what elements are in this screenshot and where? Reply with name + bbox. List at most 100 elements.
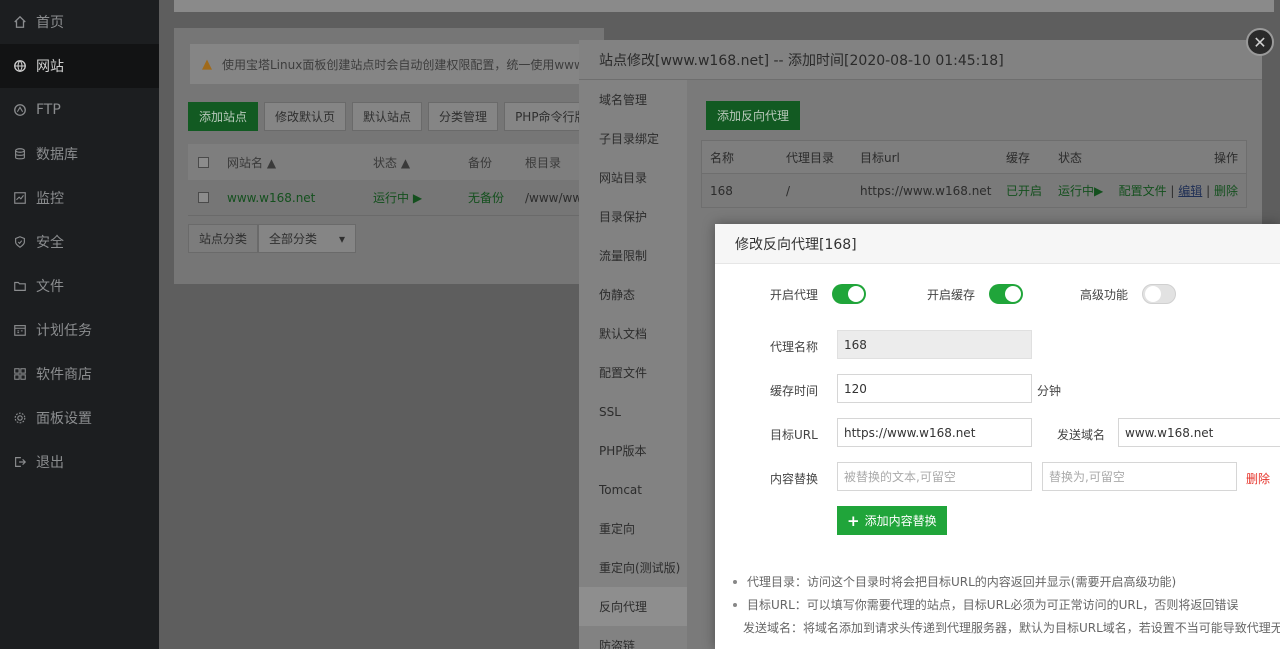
- enable-proxy-toggle[interactable]: [832, 284, 867, 304]
- ftp-icon: [12, 102, 28, 118]
- tab-subdir[interactable]: 子目录绑定: [579, 119, 687, 158]
- sidebar-item-security[interactable]: 安全: [0, 220, 159, 264]
- site-table-header: 网站名 ▲ 状态 ▲ 备份 根目录: [188, 144, 588, 180]
- proxy-name-label-row: 代理名称: [770, 338, 818, 355]
- tab-default-doc[interactable]: 默认文档: [579, 314, 687, 353]
- gear-icon: [12, 410, 28, 426]
- table-row: www.w168.net 运行中 ▶ 无备份 /www/ww: [188, 180, 588, 216]
- sidebar-item-database[interactable]: 数据库: [0, 132, 159, 176]
- proxy-cache[interactable]: 已开启: [1006, 182, 1042, 199]
- replace-label-row: 内容替换: [770, 470, 818, 487]
- tab-rewrite[interactable]: 伪静态: [579, 275, 687, 314]
- tab-tomcat[interactable]: Tomcat: [579, 470, 687, 509]
- sidebar-item-label: 监控: [36, 191, 64, 207]
- sidebar-item-home[interactable]: 首页: [0, 0, 159, 44]
- logout-icon: [12, 454, 28, 470]
- target-url-input[interactable]: https://www.w168.net: [837, 418, 1032, 447]
- category-select[interactable]: 全部分类 ▾: [258, 224, 357, 253]
- site-name-link[interactable]: www.w168.net: [227, 191, 373, 205]
- sidebar-item-settings[interactable]: 面板设置: [0, 396, 159, 440]
- close-icon[interactable]: ✕: [1246, 28, 1274, 56]
- category-select-value: 全部分类: [269, 232, 318, 246]
- tab-reverse-proxy[interactable]: 反向代理: [579, 587, 687, 626]
- select-all-checkbox[interactable]: [198, 156, 209, 168]
- sidebar-item-cron[interactable]: 计划任务: [0, 308, 159, 352]
- table-row: 168 / https://www.w168.net 已开启 运行中▶ 配置文件…: [702, 174, 1246, 207]
- edit-reverse-proxy-dialog: 修改反向代理[168] 开启代理 开启缓存 高级功能 代理名称 168 缓存时间…: [715, 224, 1280, 649]
- tab-php-version[interactable]: PHP版本: [579, 431, 687, 470]
- calendar-icon: [12, 322, 28, 338]
- col-status[interactable]: 状态 ▲: [373, 154, 468, 171]
- sidebar-item-label: 计划任务: [36, 323, 92, 339]
- folder-icon: [12, 278, 28, 294]
- site-status[interactable]: 运行中 ▶: [373, 189, 468, 206]
- cache-time-input[interactable]: 120: [837, 374, 1032, 403]
- sidebar-item-monitor[interactable]: 监控: [0, 176, 159, 220]
- sidebar-item-store[interactable]: 软件商店: [0, 352, 159, 396]
- plus-icon: +: [847, 511, 860, 530]
- add-content-replace-button[interactable]: + 添加内容替换: [837, 506, 947, 535]
- proxy-actions: 配置文件 | 编辑 | 删除: [1118, 184, 1238, 198]
- row-checkbox[interactable]: [198, 192, 209, 203]
- sidebar: 首页 网站 FTP 数据库 监控 安全 文件 计划任务 软件商店 面板设置 退出: [0, 0, 159, 649]
- proxy-name-label: 代理名称: [770, 340, 819, 354]
- config-file-link[interactable]: 配置文件: [1119, 184, 1167, 198]
- modify-default-page-button[interactable]: 修改默认页: [264, 102, 347, 131]
- tab-redirect-beta[interactable]: 重定向(测试版): [579, 548, 687, 587]
- list-item: 发送域名：将域名添加到请求头传递到代理服务器，默认为目标URL域名，若设置不当可…: [733, 616, 1280, 639]
- sidebar-item-ftp[interactable]: FTP: [0, 88, 159, 132]
- proxy-name-input[interactable]: 168: [837, 330, 1032, 359]
- replace-from-input[interactable]: 被替换的文本,可留空: [837, 462, 1032, 491]
- col-target-url: 目标url: [860, 150, 900, 165]
- cache-time-label-row: 缓存时间: [770, 382, 818, 399]
- add-reverse-proxy-button[interactable]: 添加反向代理: [706, 101, 801, 130]
- col-name: 名称: [710, 150, 735, 165]
- col-root: 根目录: [525, 155, 562, 170]
- sidebar-item-label: 安全: [36, 235, 64, 251]
- site-root[interactable]: /www/ww: [525, 191, 582, 205]
- site-dialog-title: 站点修改[www.w168.net] -- 添加时间[2020-08-10 01…: [579, 40, 1262, 80]
- monitor-icon: [12, 190, 28, 206]
- site-backup[interactable]: 无备份: [468, 189, 525, 206]
- globe-icon: [12, 58, 28, 74]
- site-dialog-tabs: 域名管理 子目录绑定 网站目录 目录保护 流量限制 伪静态 默认文档 配置文件 …: [579, 80, 687, 649]
- add-content-replace-label: 添加内容替换: [864, 514, 937, 528]
- category-label: 站点分类: [188, 224, 259, 253]
- col-cache: 缓存: [1006, 150, 1031, 165]
- tab-config-file[interactable]: 配置文件: [579, 353, 687, 392]
- replace-to-input[interactable]: 替换为,可留空: [1042, 462, 1237, 491]
- sidebar-item-files[interactable]: 文件: [0, 264, 159, 308]
- caret-down-icon: ▾: [338, 231, 346, 246]
- tab-redirect[interactable]: 重定向: [579, 509, 687, 548]
- target-url-label-row: 目标URL: [770, 426, 818, 443]
- default-site-button[interactable]: 默认站点: [352, 102, 423, 131]
- sidebar-item-website[interactable]: 网站: [0, 44, 159, 88]
- tab-domain[interactable]: 域名管理: [579, 80, 687, 119]
- replace-delete-link[interactable]: 删除: [1246, 470, 1270, 487]
- tab-site-dir[interactable]: 网站目录: [579, 158, 687, 197]
- tab-ssl[interactable]: SSL: [579, 392, 687, 431]
- sidebar-item-label: 退出: [36, 455, 64, 471]
- col-backup: 备份: [468, 155, 493, 170]
- col-site-name[interactable]: 网站名 ▲: [227, 154, 373, 171]
- category-manage-button[interactable]: 分类管理: [428, 102, 499, 131]
- send-domain-input[interactable]: www.w168.net: [1118, 418, 1280, 447]
- delete-link[interactable]: 删除: [1214, 184, 1238, 198]
- sidebar-item-logout[interactable]: 退出: [0, 440, 159, 484]
- proxy-status[interactable]: 运行中▶: [1058, 182, 1103, 199]
- home-icon: [12, 14, 28, 30]
- help-tips: 代理目录：访问这个目录时将会把目标URL的内容返回并显示(需要开启高级功能) 目…: [733, 570, 1280, 639]
- advanced-toggle[interactable]: [1142, 284, 1177, 304]
- edit-link[interactable]: 编辑: [1178, 184, 1202, 198]
- notice-bar: ▲ 使用宝塔Linux面板创建站点时会自动创建权限配置，统一使用www用: [190, 44, 600, 84]
- tab-hotlink[interactable]: 防盗链: [579, 626, 687, 649]
- add-site-button[interactable]: 添加站点: [188, 102, 259, 131]
- enable-cache-toggle[interactable]: [989, 284, 1024, 304]
- sidebar-item-label: 数据库: [36, 147, 78, 163]
- proxy-table-header: 名称 代理目录 目标url 缓存 状态 操作: [702, 141, 1246, 174]
- sidebar-item-label: 软件商店: [36, 367, 92, 383]
- tab-traffic-limit[interactable]: 流量限制: [579, 236, 687, 275]
- sidebar-item-label: 面板设置: [36, 411, 92, 427]
- tab-dir-protect[interactable]: 目录保护: [579, 197, 687, 236]
- notice-text: 使用宝塔Linux面板创建站点时会自动创建权限配置，统一使用www用: [222, 57, 596, 72]
